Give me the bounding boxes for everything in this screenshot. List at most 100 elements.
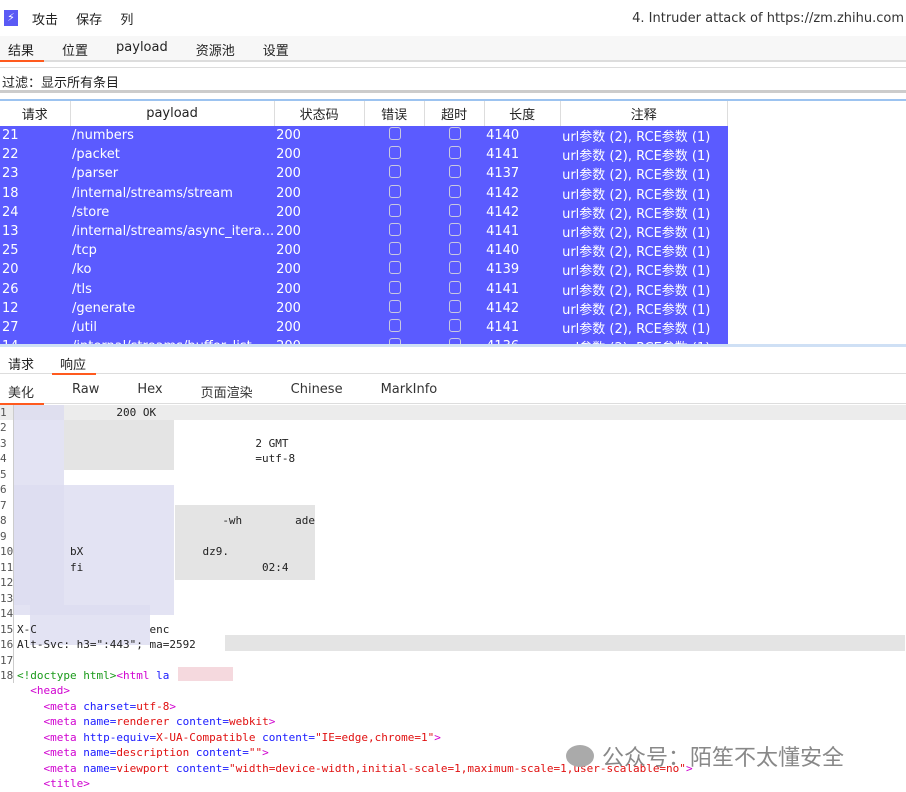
cell-payload: /tcp <box>70 241 275 261</box>
cell-comment: url参数 (2), RCE参数 (1) <box>560 145 728 165</box>
cell-request-id: 26 <box>0 279 70 299</box>
error-checkbox <box>389 242 402 256</box>
cell-comment: url参数 (2), RCE参数 (1) <box>560 298 728 318</box>
cell-status: 200 <box>274 260 365 280</box>
tab-raw[interactable]: Raw <box>64 378 107 403</box>
table-row[interactable]: 26/tls 200 4141 url参数 (2), RCE参数 (1) <box>0 279 728 299</box>
redacted-block <box>178 667 233 681</box>
cell-comment: url参数 (2), RCE参数 (1) <box>560 164 728 184</box>
table-row[interactable]: 18/internal/streams/stream 200 4142 url参数 (… <box>0 183 728 203</box>
filter-bar[interactable]: 过滤：显示所有条目 <box>0 67 906 93</box>
col-error[interactable]: 错误 <box>364 101 425 126</box>
tab-chinese[interactable]: Chinese <box>283 378 351 403</box>
tab-markinfo[interactable]: MarkInfo <box>373 378 446 403</box>
tab-payload[interactable]: payload <box>108 36 176 60</box>
cell-comment: url参数 (2), RCE参数 (1) <box>560 202 728 222</box>
table-row[interactable]: 22/packet 200 4141 url参数 (2), RCE参数 (1) <box>0 145 728 165</box>
cell-payload: /internal/streams/buffer_list <box>70 337 275 344</box>
col-comment[interactable]: 注释 <box>560 101 729 126</box>
error-checkbox <box>389 146 402 160</box>
tab-pretty[interactable]: 美化 <box>0 378 45 405</box>
col-status[interactable]: 状态码 <box>274 101 365 126</box>
cell-payload: /tls <box>70 279 275 299</box>
redacted-block <box>225 635 905 651</box>
timeout-checkbox <box>449 261 462 275</box>
cell-payload: /packet <box>70 145 275 165</box>
cell-comment: url参数 (2), RCE参数 (1) <box>560 183 728 203</box>
cell-comment: url参数 (2), RCE参数 (1) <box>560 337 728 344</box>
cell-comment: url参数 (2), RCE参数 (1) <box>560 221 728 242</box>
table-header: 请求 payload 状态码 错误 超时 长度 注释 <box>0 101 729 126</box>
cell-length: 4140 <box>484 126 561 146</box>
cell-length: 4139 <box>484 260 561 280</box>
table-row[interactable]: 23/parser 200 4137 url参数 (2), RCE参数 (1) <box>0 164 728 184</box>
col-payload[interactable]: payload <box>70 101 275 126</box>
menu-save[interactable]: 保存 <box>76 13 102 28</box>
timeout-checkbox <box>449 165 462 179</box>
timeout-checkbox <box>449 299 462 313</box>
cell-request-id: 12 <box>0 298 70 318</box>
tab-settings[interactable]: 设置 <box>255 36 297 60</box>
tab-request[interactable]: 请求 <box>0 350 42 373</box>
table-row[interactable]: 21/numbers 200 4140 url参数 (2), RCE参数 (1) <box>0 126 728 146</box>
tab-resource-pool[interactable]: 资源池 <box>188 36 243 60</box>
menu-columns[interactable]: 列 <box>120 13 133 28</box>
cell-error <box>364 337 425 344</box>
results-table: 请求 payload 状态码 错误 超时 长度 注释 21/numbers 200… <box>0 99 906 347</box>
col-timeout[interactable]: 超时 <box>424 101 485 126</box>
table-row[interactable]: 27/util 200 4141 url参数 (2), RCE参数 (1) <box>0 317 728 338</box>
cell-timeout <box>424 260 485 280</box>
cell-timeout <box>424 183 485 203</box>
cell-status: 200 <box>274 221 365 242</box>
error-checkbox <box>389 318 402 332</box>
menu-attack[interactable]: 攻击 <box>32 13 58 28</box>
cell-status: 200 <box>274 145 365 165</box>
table-row[interactable]: 13/internal/streams/async_itera... 200 414… <box>0 221 728 242</box>
cell-request-id: 13 <box>0 221 70 242</box>
cell-error <box>364 183 425 203</box>
cell-request-id: 25 <box>0 241 70 261</box>
response-editor[interactable]: 1 200 OK 2 3 2 GMT 4 =utf-8 5 6 7 8 -wh … <box>0 405 906 792</box>
timeout-checkbox <box>449 146 462 160</box>
cell-error <box>364 317 425 338</box>
watermark: 公众号：陌笙不太懂安全 <box>566 740 844 772</box>
cell-status: 200 <box>274 126 365 146</box>
cell-error <box>364 202 425 222</box>
cell-comment: url参数 (2), RCE参数 (1) <box>560 260 728 280</box>
cell-length: 4137 <box>484 164 561 184</box>
col-length[interactable]: 长度 <box>484 101 561 126</box>
cell-error <box>364 145 425 165</box>
code-line: <head> <box>30 684 70 698</box>
table-row[interactable]: 20/ko 200 4139 url参数 (2), RCE参数 (1) <box>0 260 728 280</box>
timeout-checkbox <box>449 242 462 256</box>
cell-timeout <box>424 145 485 165</box>
col-request[interactable]: 请求 <box>0 101 71 126</box>
table-row[interactable]: 25/tcp 200 4140 url参数 (2), RCE参数 (1) <box>0 241 728 261</box>
cell-length: 4140 <box>484 241 561 261</box>
cell-length: 4141 <box>484 279 561 299</box>
table-row[interactable]: 14/internal/streams/buffer_list200 4136ur… <box>0 337 728 344</box>
tab-positions[interactable]: 位置 <box>54 36 96 60</box>
cell-error <box>364 241 425 261</box>
cell-timeout <box>424 221 485 242</box>
tab-response[interactable]: 响应 <box>52 350 97 375</box>
error-checkbox <box>389 299 402 313</box>
tab-hex[interactable]: Hex <box>129 378 170 403</box>
cell-length: 4142 <box>484 183 561 203</box>
table-row[interactable]: 24/store 200 4142 url参数 (2), RCE参数 (1) <box>0 202 728 222</box>
cell-length: 4136 <box>484 337 561 344</box>
cell-payload: /store <box>70 202 275 222</box>
table-row[interactable]: 12/generate 200 4142 url参数 (2), RCE参数 (1) <box>0 298 728 318</box>
tab-results[interactable]: 结果 <box>0 36 45 62</box>
tab-render[interactable]: 页面渲染 <box>193 378 261 403</box>
cell-length: 4142 <box>484 202 561 222</box>
window-title: 4. Intruder attack of https://zm.zhihu.c… <box>632 11 904 26</box>
cell-error <box>364 260 425 280</box>
timeout-checkbox <box>449 318 462 332</box>
cell-comment: url参数 (2), RCE参数 (1) <box>560 317 728 338</box>
app-logo-icon: ⚡ <box>4 10 18 26</box>
code-line: 17 <box>0 652 14 668</box>
cell-timeout <box>424 202 485 222</box>
code-line: <meta charset=utf-8> <box>43 699 176 713</box>
cell-request-id: 27 <box>0 317 70 338</box>
